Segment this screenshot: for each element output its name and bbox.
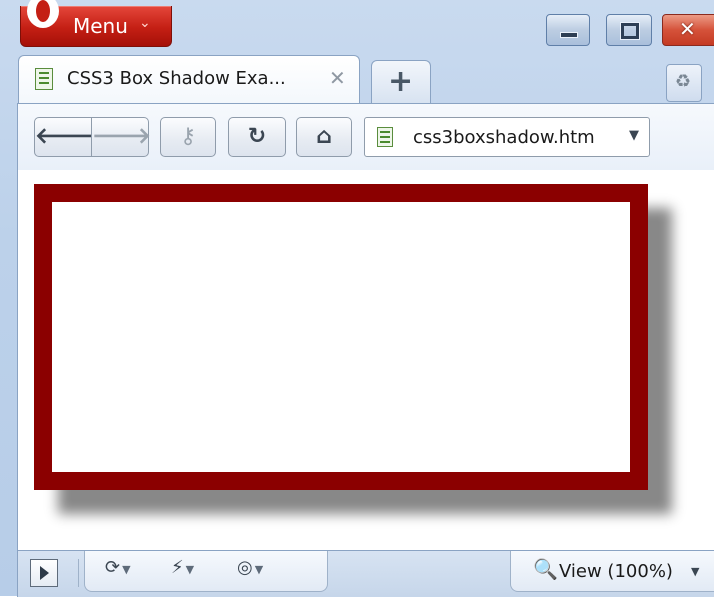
closed-tabs-button[interactable]: ♻ (666, 64, 702, 102)
divider (78, 559, 79, 587)
page-icon (35, 68, 53, 90)
opera-menu-button[interactable]: Menu ⌄ (20, 0, 172, 47)
reload-button[interactable]: ↻ (228, 117, 286, 157)
maximize-button[interactable] (606, 14, 652, 46)
dropdown-arrow-icon[interactable]: ▼ (629, 128, 639, 143)
wand-button[interactable]: ⚷ (160, 117, 216, 157)
chevron-down-icon: ▼ (185, 563, 195, 576)
home-icon: ⌂ (316, 124, 332, 149)
minimize-button[interactable] (546, 14, 590, 46)
trash-icon: ♻ (675, 71, 692, 92)
navigation-toolbar: 🡐 🡒 ⚷ ↻ ⌂ css3boxshadow.htm ▼ (17, 103, 714, 170)
home-button[interactable]: ⌂ (296, 117, 352, 157)
forward-button[interactable]: 🡒 (91, 117, 151, 157)
forward-arrow-icon: 🡒 (92, 124, 151, 149)
status-bar: ⟳ ▼ ⚡ ▼ ◎ ▼ 🔍 View (100%) ▼ (17, 550, 714, 597)
reload-icon: ↻ (247, 124, 267, 149)
chevron-down-icon: ▼ (122, 563, 131, 576)
close-tab-icon[interactable]: ✕ (329, 66, 346, 90)
sync-button[interactable]: ⟳ ▼ (105, 557, 131, 578)
panel-toggle-button[interactable] (30, 559, 58, 587)
plus-icon: + (388, 64, 414, 99)
zoom-control[interactable]: 🔍 View (100%) ▼ (510, 551, 714, 592)
chevron-down-icon: ⌄ (139, 15, 151, 31)
page-viewport (17, 170, 714, 550)
key-icon: ⚷ (179, 124, 197, 149)
turbo-button[interactable]: ◎ ▼ (237, 557, 263, 578)
chevron-down-icon: ▼ (254, 563, 264, 576)
box-shadow-demo (34, 184, 648, 490)
sync-icon: ⟳ (105, 557, 121, 578)
zoom-icon: 🔍 (533, 557, 558, 581)
zoom-label: View (100%) (559, 561, 673, 582)
unite-button[interactable]: ⚡ ▼ (171, 557, 194, 578)
back-arrow-icon: 🡐 (35, 124, 94, 149)
tab-title: CSS3 Box Shadow Exa... (67, 68, 286, 89)
unite-icon: ⚡ (171, 557, 184, 578)
address-input[interactable]: css3boxshadow.htm (413, 127, 595, 148)
opera-logo-icon (27, 0, 59, 28)
new-tab-button[interactable]: + (371, 60, 431, 103)
address-bar[interactable]: css3boxshadow.htm ▼ (364, 117, 650, 157)
back-button[interactable]: 🡐 (34, 117, 94, 157)
status-tools: ⟳ ▼ ⚡ ▼ ◎ ▼ (84, 551, 328, 592)
turbo-icon: ◎ (237, 557, 253, 578)
close-window-button[interactable] (662, 14, 714, 46)
page-icon (377, 127, 393, 147)
browser-window: Menu ⌄ CSS3 Box Shadow Exa... ✕ + ♻ 🡐 🡒 … (0, 0, 714, 597)
menu-label: Menu (73, 14, 128, 38)
tab-active[interactable]: CSS3 Box Shadow Exa... ✕ (18, 55, 360, 104)
chevron-down-icon: ▼ (691, 565, 700, 578)
